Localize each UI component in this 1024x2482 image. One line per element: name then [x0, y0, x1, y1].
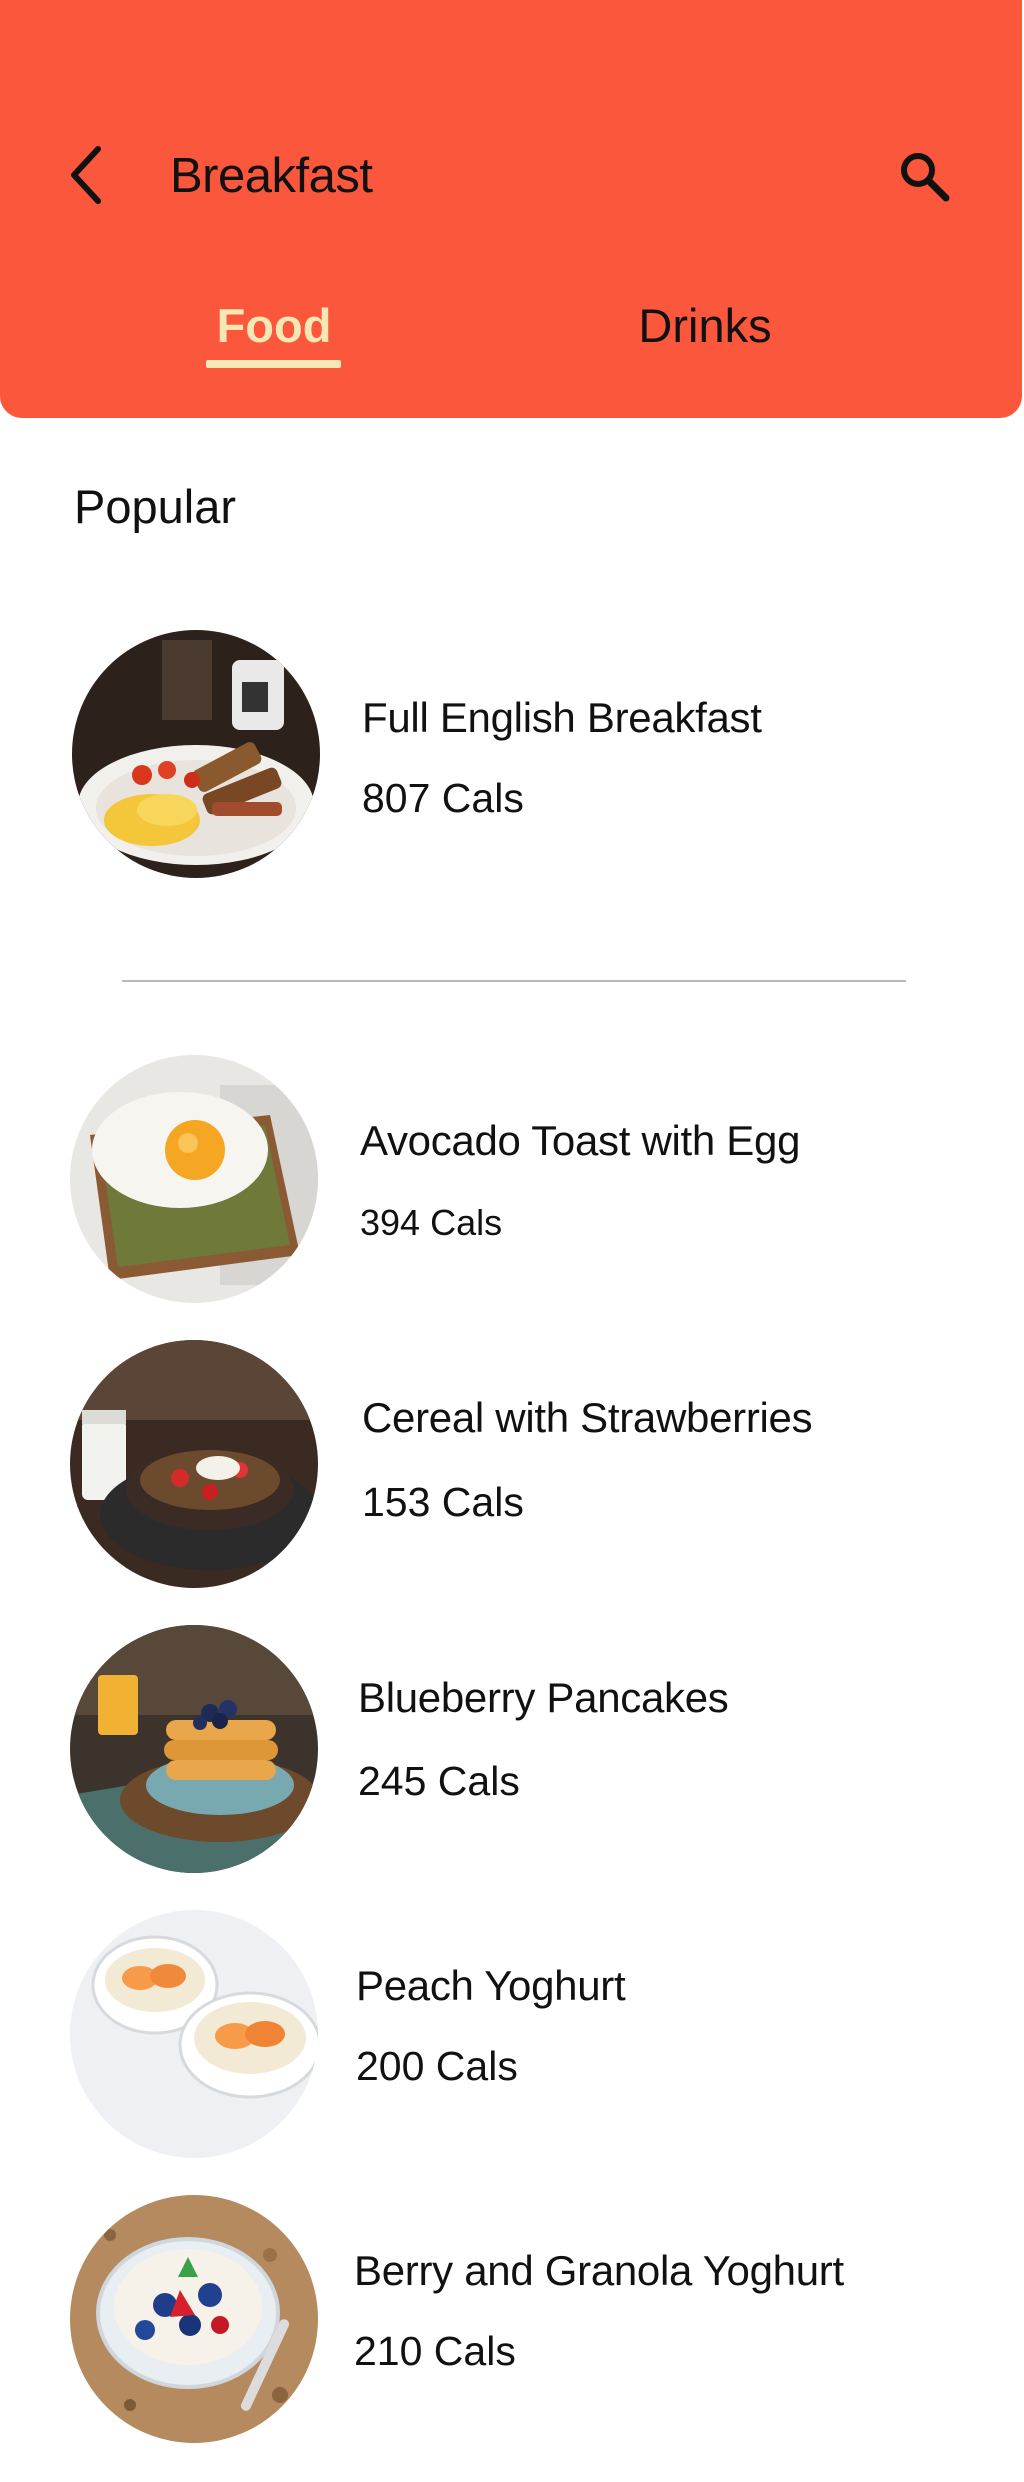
item-name: Full English Breakfast — [362, 694, 762, 741]
food-image — [70, 1055, 318, 1303]
tab-food[interactable]: Food — [205, 296, 343, 356]
search-icon — [901, 153, 950, 202]
list-item[interactable]: Cereal with Strawberries 153 Cals — [70, 1340, 970, 1590]
breakfast-screen: Breakfast Food Drinks Popular Full Engli… — [0, 0, 1024, 2482]
item-name: Blueberry Pancakes — [358, 1674, 729, 1721]
item-name: Cereal with Strawberries — [362, 1394, 813, 1441]
section-title-popular: Popular — [74, 480, 236, 533]
food-image — [70, 1625, 318, 1873]
search-button[interactable] — [890, 142, 958, 210]
item-name: Avocado Toast with Egg — [360, 1117, 801, 1164]
chevron-left-icon — [71, 146, 101, 204]
list-item-featured[interactable]: Full English Breakfast 807 Cals — [72, 630, 972, 880]
tab-selected-indicator — [206, 360, 341, 368]
item-name: Peach Yoghurt — [356, 1962, 626, 2009]
food-image — [70, 1910, 318, 2158]
list-item[interactable]: Blueberry Pancakes 245 Cals — [70, 1625, 970, 1875]
food-image — [70, 2195, 318, 2443]
page-title: Breakfast — [170, 149, 373, 203]
list-item[interactable]: Berry and Granola Yoghurt 210 Cals — [70, 2195, 970, 2445]
item-calories: 210 Cals — [354, 2328, 516, 2374]
food-image — [70, 1340, 318, 1588]
divider — [122, 980, 906, 982]
item-calories: 394 Cals — [360, 1202, 503, 1243]
item-calories: 153 Cals — [362, 1479, 524, 1525]
item-calories: 807 Cals — [362, 775, 524, 821]
list-item[interactable]: Avocado Toast with Egg 394 Cals — [70, 1055, 970, 1305]
back-button[interactable] — [56, 135, 116, 215]
item-name: Berry and Granola Yoghurt — [354, 2247, 844, 2294]
header-bar: Breakfast Food Drinks — [0, 0, 1022, 418]
food-image — [72, 630, 320, 878]
tab-drinks[interactable]: Drinks — [630, 296, 780, 356]
list-item[interactable]: Peach Yoghurt 200 Cals — [70, 1910, 970, 2160]
item-calories: 245 Cals — [358, 1758, 520, 1804]
item-calories: 200 Cals — [356, 2043, 518, 2089]
